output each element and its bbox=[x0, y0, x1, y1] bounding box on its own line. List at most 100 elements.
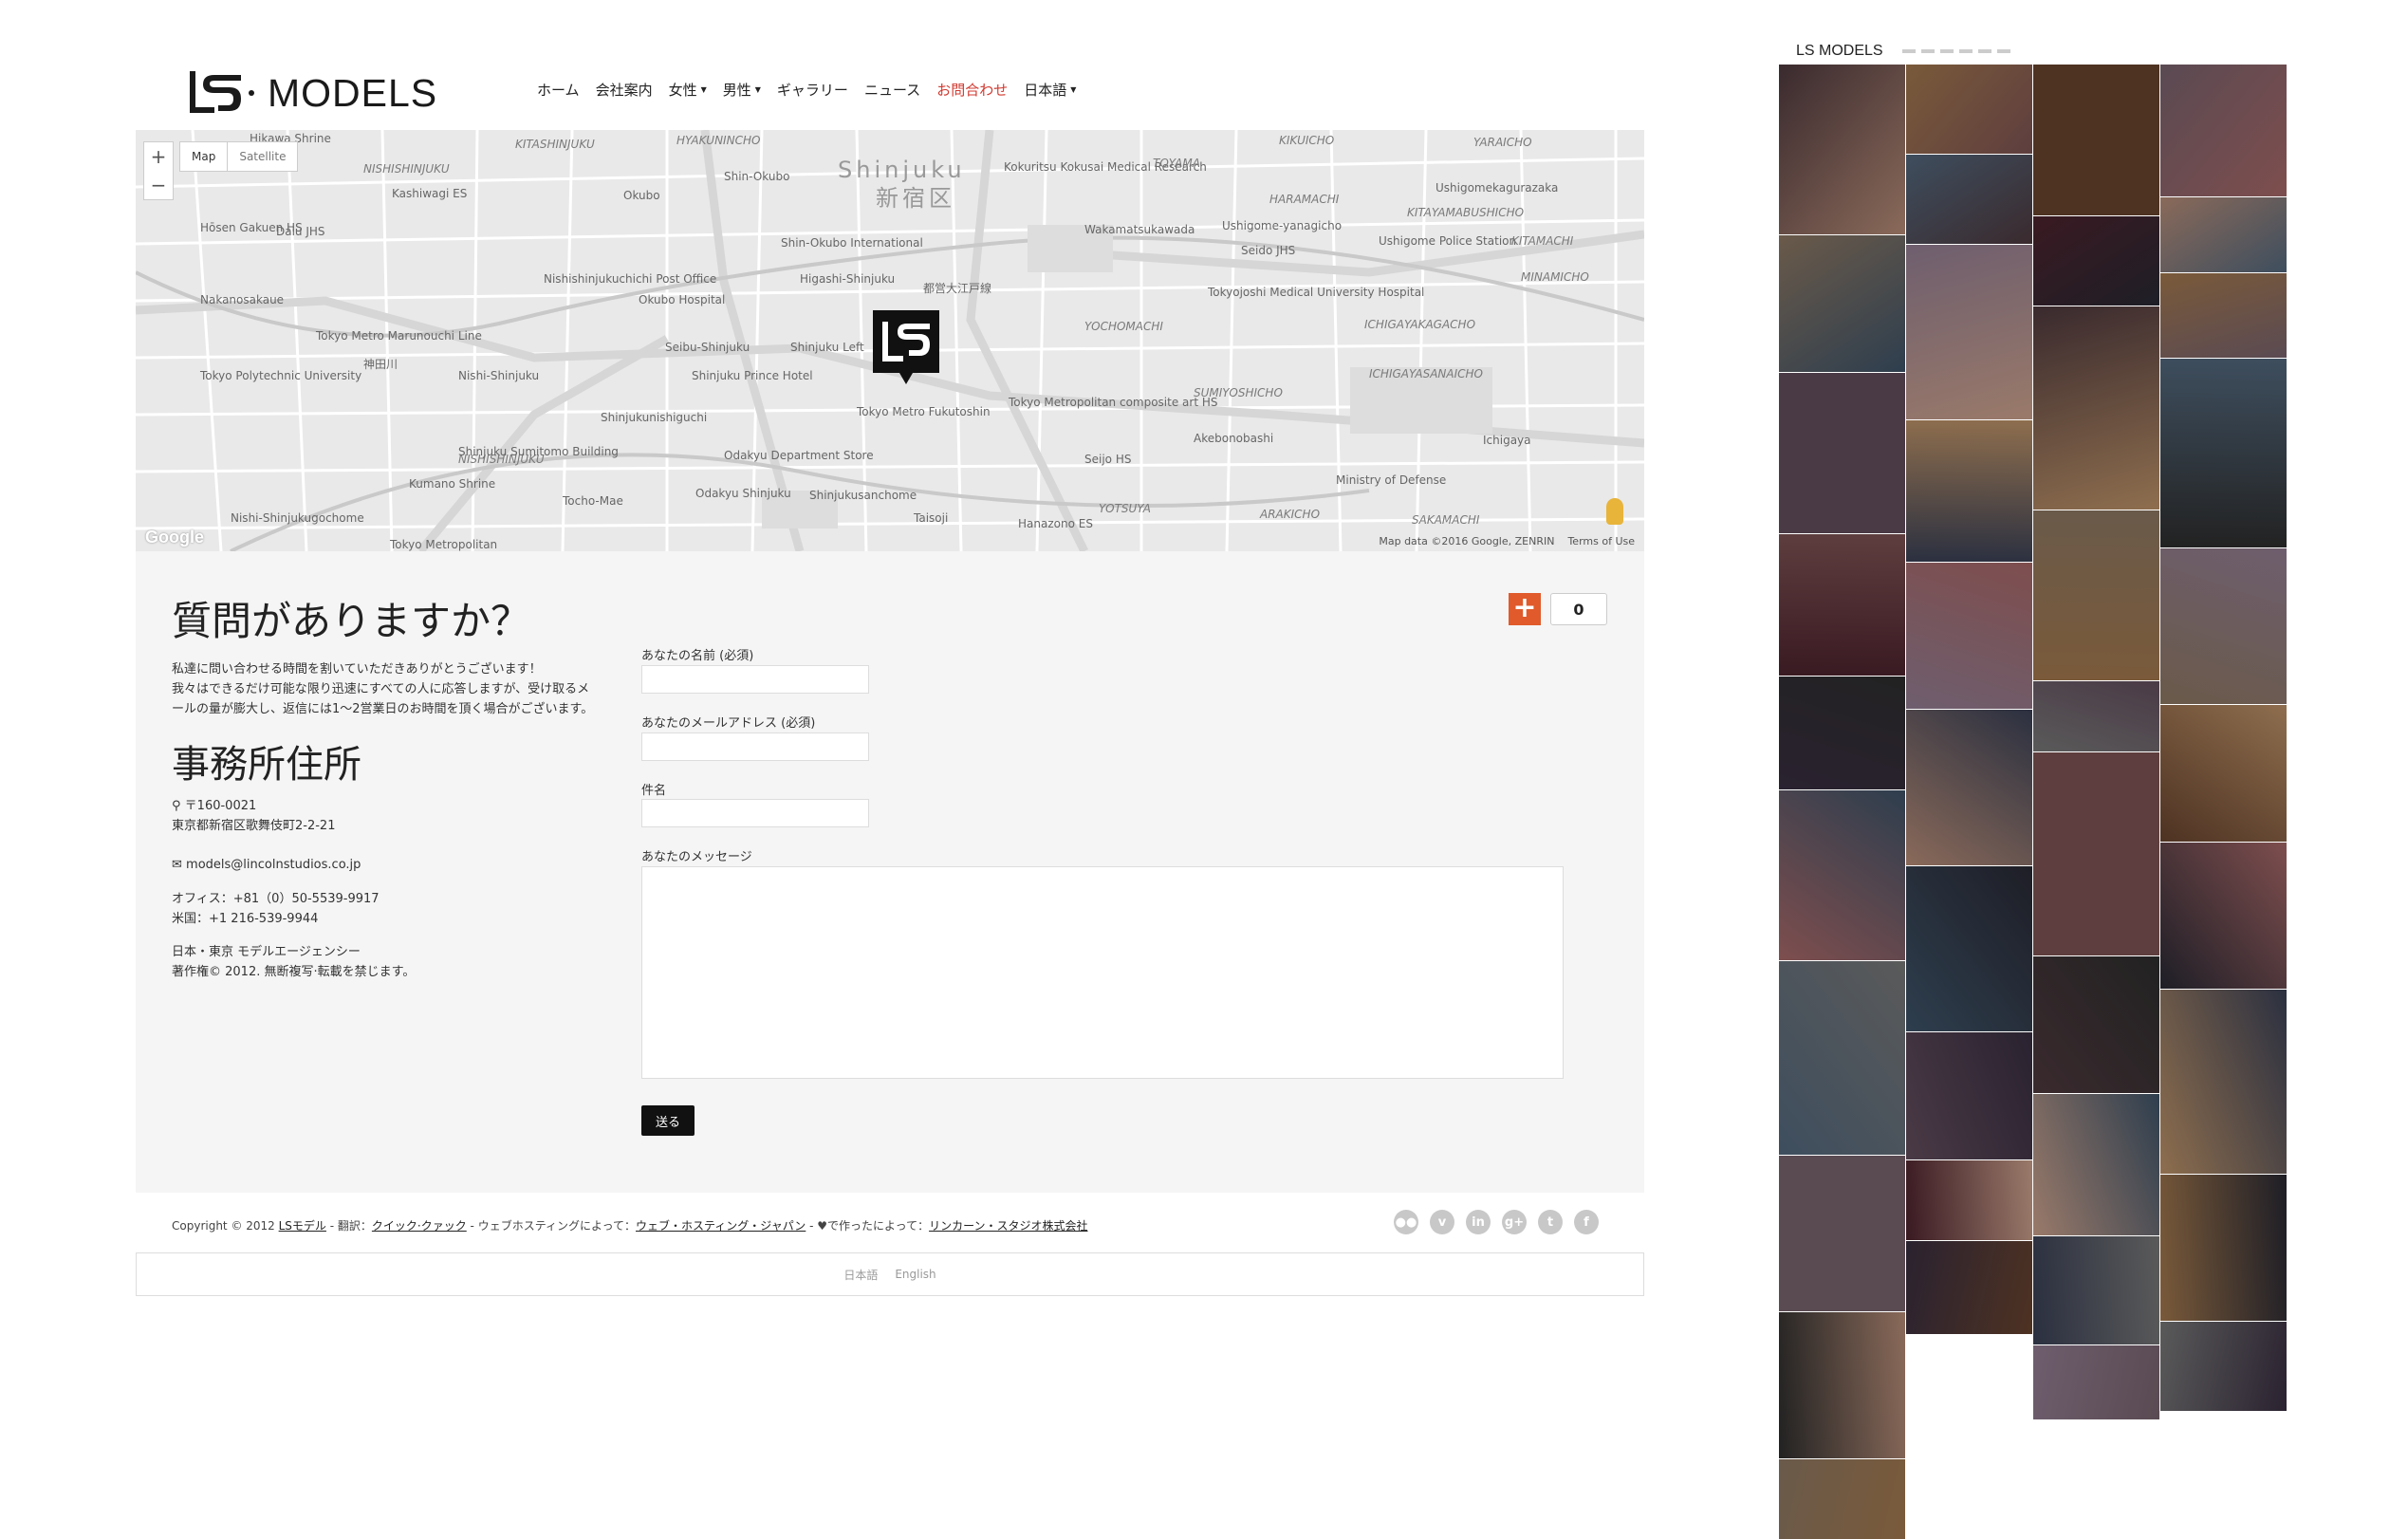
model-photo[interactable] bbox=[1906, 420, 2032, 562]
contact-intro: 私達に問い合わせる時間を割いていただきありがとうございます！ 我々はできるだけ可… bbox=[172, 659, 599, 719]
map-type-map[interactable]: Map bbox=[180, 142, 227, 171]
model-photo[interactable] bbox=[2033, 752, 2159, 955]
model-photo[interactable] bbox=[2033, 216, 2159, 306]
google-logo[interactable]: Google bbox=[145, 528, 204, 547]
googleplus-icon[interactable]: g+ bbox=[1502, 1210, 1527, 1234]
map-label: Seijo HS bbox=[1084, 453, 1132, 466]
map-label: YOTSUYA bbox=[1099, 502, 1151, 515]
map-label: Tocho-Mae bbox=[563, 494, 623, 508]
model-photo[interactable] bbox=[2160, 1175, 2287, 1321]
envelope-icon: ✉ bbox=[172, 858, 182, 872]
lang-ja-link[interactable]: 日本語 bbox=[843, 1267, 878, 1283]
vimeo-icon[interactable]: v bbox=[1430, 1210, 1454, 1234]
thumb-nav-item bbox=[1939, 49, 1954, 53]
model-photo[interactable] bbox=[2160, 843, 2287, 989]
name-input[interactable] bbox=[641, 665, 869, 694]
model-photo[interactable] bbox=[1779, 961, 1905, 1155]
model-photo[interactable] bbox=[2160, 548, 2287, 704]
nav-label: 男性 bbox=[722, 82, 751, 99]
map-label: Akebonobashi bbox=[1194, 432, 1274, 445]
linkedin-icon[interactable]: in bbox=[1466, 1210, 1491, 1234]
location-pin-icon[interactable] bbox=[873, 310, 939, 386]
model-photo[interactable] bbox=[2160, 990, 2287, 1174]
zoom-out-button[interactable]: − bbox=[151, 171, 167, 199]
model-photo[interactable] bbox=[2033, 1236, 2159, 1344]
model-photo[interactable] bbox=[1906, 1241, 2032, 1334]
map-label: Ushigome Police Station bbox=[1379, 234, 1517, 248]
model-photo[interactable] bbox=[1779, 373, 1905, 533]
model-photo[interactable] bbox=[1779, 1459, 1905, 1539]
nav-item[interactable]: ホーム bbox=[537, 80, 580, 100]
model-photo[interactable] bbox=[1779, 65, 1905, 234]
map-attribution: Map data ©2016 Google, ZENRIN Terms of U… bbox=[1379, 535, 1635, 547]
model-photo[interactable] bbox=[1779, 534, 1905, 676]
model-photo[interactable] bbox=[1906, 710, 2032, 865]
thumb-nav-item bbox=[1996, 49, 2010, 53]
map-label: Nishishinjukuchichi Post Office bbox=[544, 272, 717, 286]
flickr-icon[interactable]: ●● bbox=[1394, 1210, 1418, 1234]
model-photo[interactable] bbox=[1779, 235, 1905, 372]
nav-item[interactable]: 会社案内 bbox=[596, 80, 653, 100]
gplus-button[interactable]: + bbox=[1509, 593, 1541, 625]
hosting-link[interactable]: ウェブ・ホスティング・ジャパン bbox=[636, 1219, 806, 1233]
studio-link[interactable]: リンカーン・スタジオ株式会社 bbox=[929, 1219, 1087, 1233]
zoom-in-button[interactable]: + bbox=[151, 142, 167, 171]
model-photo[interactable] bbox=[2033, 306, 2159, 510]
logo-text: MODELS bbox=[268, 70, 438, 115]
model-photo[interactable] bbox=[1906, 1032, 2032, 1159]
model-photo[interactable] bbox=[2033, 681, 2159, 751]
model-photo[interactable] bbox=[2033, 65, 2159, 215]
map-label: Ministry of Defense bbox=[1336, 473, 1447, 487]
model-photo[interactable] bbox=[2033, 1094, 2159, 1235]
model-photo[interactable] bbox=[1779, 1312, 1905, 1458]
model-photo[interactable] bbox=[2160, 359, 2287, 547]
model-photo[interactable] bbox=[2160, 273, 2287, 358]
map-label: SAKAMACHI bbox=[1412, 513, 1480, 527]
model-photo[interactable] bbox=[1906, 1160, 2032, 1240]
message-textarea[interactable] bbox=[641, 866, 1564, 1079]
model-photo[interactable] bbox=[1906, 563, 2032, 709]
model-photo[interactable] bbox=[2033, 956, 2159, 1093]
model-photo[interactable] bbox=[2160, 705, 2287, 842]
map-label: ARAKICHO bbox=[1260, 508, 1321, 521]
subject-input[interactable] bbox=[641, 799, 869, 827]
nav-label: ニュース bbox=[863, 82, 921, 99]
terms-link[interactable]: Terms of Use bbox=[1567, 535, 1635, 547]
nav-item[interactable]: ギャラリー bbox=[777, 80, 848, 100]
model-photo[interactable] bbox=[2160, 1322, 2287, 1411]
pegman-icon[interactable] bbox=[1606, 498, 1623, 525]
nav-item[interactable]: 男性 ▼ bbox=[723, 80, 761, 100]
hosting-prefix: - ウェブホスティングによって： bbox=[466, 1219, 637, 1233]
facebook-icon[interactable]: f bbox=[1574, 1210, 1599, 1234]
lang-en-link[interactable]: English bbox=[895, 1268, 935, 1281]
model-photo[interactable] bbox=[2033, 510, 2159, 680]
map-label: NISHISHINJUKU bbox=[363, 162, 450, 176]
map-label: ICHIGAYASANAICHO bbox=[1369, 367, 1483, 380]
nav-item[interactable]: ニュース bbox=[864, 80, 920, 100]
model-photo[interactable] bbox=[2033, 1345, 2159, 1419]
model-photo[interactable] bbox=[1779, 677, 1905, 789]
twitter-icon[interactable]: t bbox=[1538, 1210, 1563, 1234]
nav-item[interactable]: 日本語 ▼ bbox=[1024, 80, 1076, 100]
nav-item[interactable]: お問合わせ bbox=[936, 80, 1008, 100]
email-link[interactable]: models@lincolnstudios.co.jp bbox=[186, 858, 361, 872]
model-photo[interactable] bbox=[2160, 197, 2287, 272]
model-photo[interactable] bbox=[1906, 245, 2032, 419]
email-input[interactable] bbox=[641, 732, 869, 761]
nav-label: 女性 bbox=[668, 82, 697, 99]
model-photo[interactable] bbox=[1906, 65, 2032, 154]
map-type-satellite[interactable]: Satellite bbox=[227, 142, 297, 171]
model-photo[interactable] bbox=[1779, 1156, 1905, 1311]
message-label: あなたのメッセージ bbox=[641, 850, 752, 864]
model-photo[interactable] bbox=[2160, 65, 2287, 196]
google-map[interactable]: Hikawa Shrine NISHISHINJUKU HYAKUNINCHO KIT… bbox=[136, 130, 1644, 551]
model-photo[interactable] bbox=[1779, 790, 1905, 960]
send-button[interactable]: 送る bbox=[641, 1105, 695, 1136]
model-photo[interactable] bbox=[1906, 866, 2032, 1031]
brand-link[interactable]: LSモデル bbox=[279, 1219, 326, 1233]
nav-item[interactable]: 女性 ▼ bbox=[669, 80, 707, 100]
site-logo[interactable]: MODELS bbox=[186, 66, 437, 120]
model-photo[interactable] bbox=[1906, 155, 2032, 244]
translation-link[interactable]: クイック·クァック bbox=[372, 1219, 467, 1233]
phone-office: オフィス：+81（0）50-5539-9917 bbox=[172, 892, 380, 906]
